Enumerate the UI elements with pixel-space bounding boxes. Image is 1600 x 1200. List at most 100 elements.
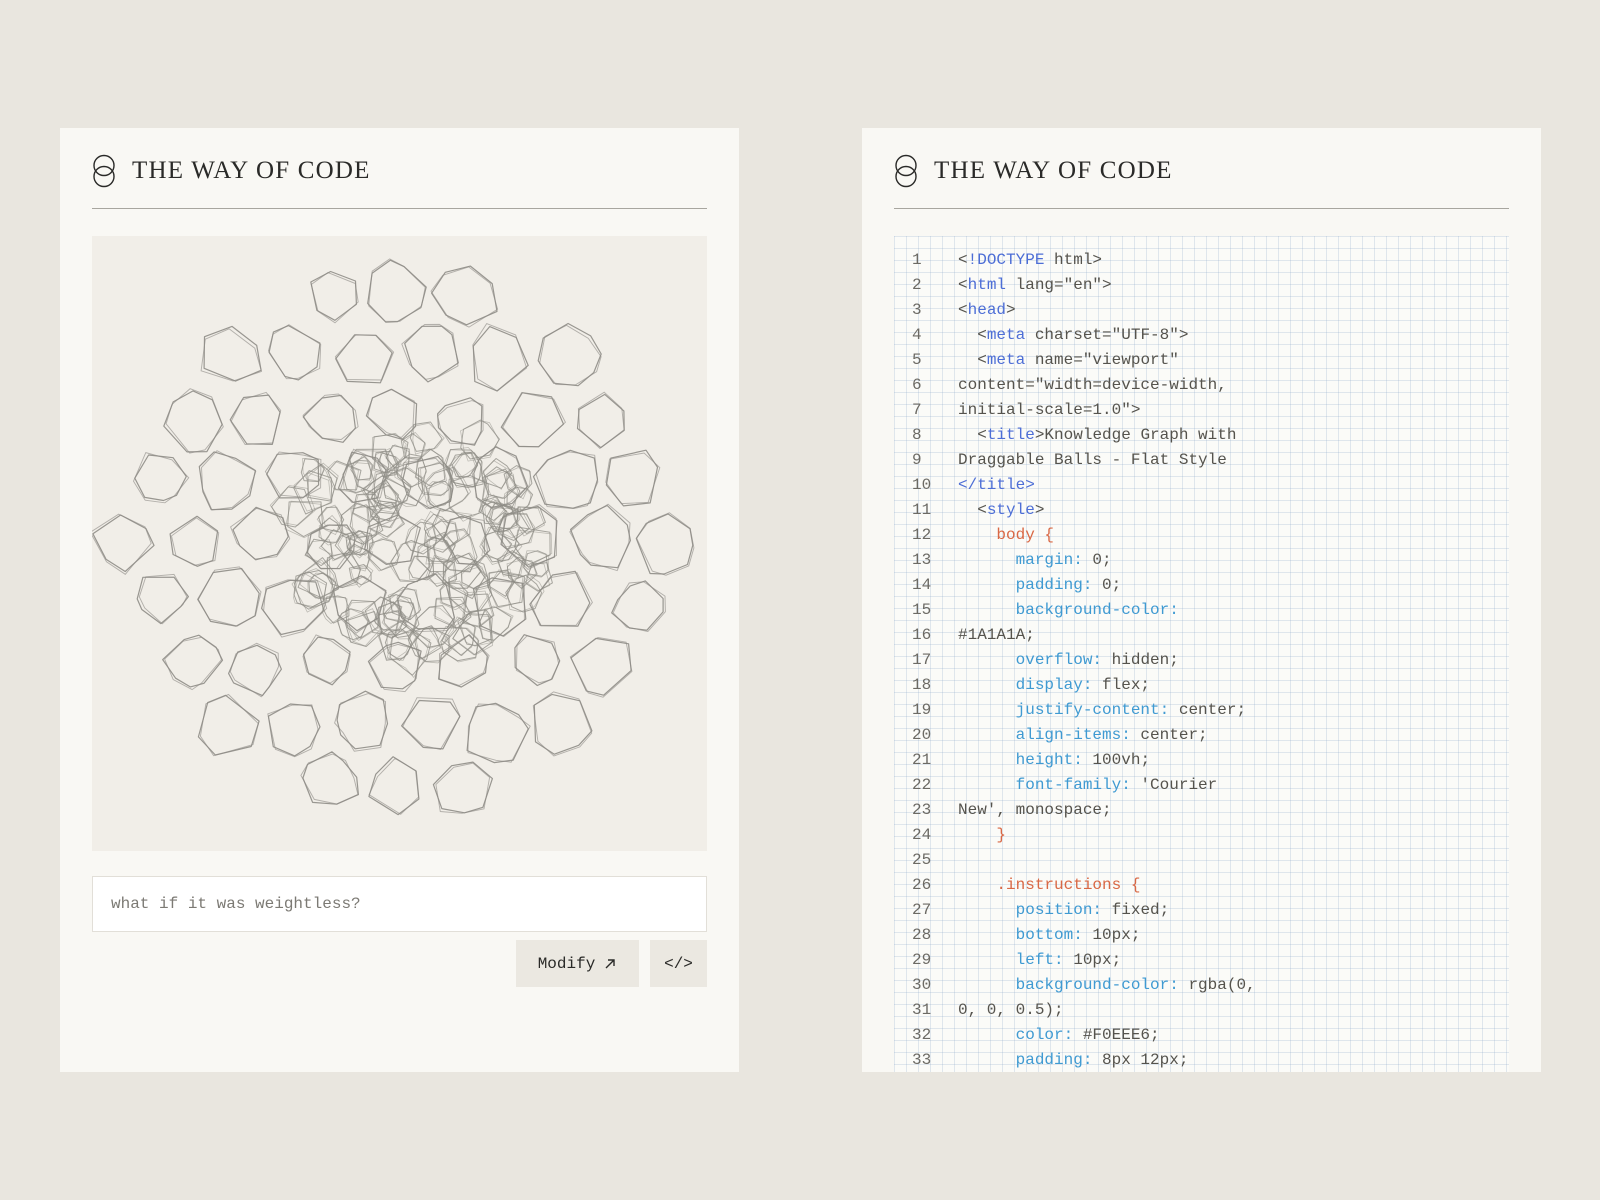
code-token: #1A1A1A; [958, 626, 1035, 644]
polygon-shape [162, 634, 224, 688]
code-line: 16 #1A1A1A; [894, 623, 1509, 648]
code-line: 31 0, 0, 0.5); [894, 998, 1509, 1023]
line-code: </title> [958, 473, 1035, 498]
polygon-shape [203, 325, 262, 382]
polygon-shape [267, 324, 322, 380]
code-token: bottom: [958, 926, 1083, 944]
polygon-shape [539, 324, 602, 386]
line-number: 4 [912, 326, 922, 344]
line-number: 11 [912, 501, 932, 519]
polygon-shape [368, 643, 420, 693]
code-token: < [958, 251, 968, 269]
line-number: 28 [912, 926, 932, 944]
code-line: 15 background-color: [894, 598, 1509, 623]
code-token: flex; [1092, 676, 1151, 694]
code-line: 2 <html lang="en"> [894, 273, 1509, 298]
code-token: meta [986, 326, 1026, 344]
code-line: 20 align-items: center; [894, 723, 1509, 748]
code-line: 9 Draggable Balls - Flat Style [894, 448, 1509, 473]
code-token: #F0EEE6; [1073, 1026, 1160, 1044]
code-token: initial-scale=1.0"> [958, 401, 1141, 419]
code-token: 10px; [1082, 926, 1141, 944]
line-number: 14 [912, 576, 932, 594]
code-line: 19 justify-content: center; [894, 698, 1509, 723]
line-code: } [958, 823, 1006, 848]
code-token: < [958, 276, 968, 294]
polygon-shape [310, 270, 357, 321]
code-token: lang="en"> [1006, 276, 1112, 294]
line-code: font-family: 'Courier [958, 773, 1218, 798]
polygon-shape [576, 393, 625, 449]
polygon-shape [197, 567, 260, 627]
polygon-art[interactable] [92, 236, 707, 851]
line-number: 5 [912, 351, 922, 369]
code-view[interactable]: 1 <!DOCTYPE html> 2 <html lang="en"> 3 <head>… [894, 236, 1509, 1072]
code-token: charset="UTF-8"> [1025, 326, 1189, 344]
polygon-shape [334, 692, 386, 752]
code-token: center; [1169, 701, 1247, 719]
polygon-shape [367, 388, 415, 439]
line-code: body { [958, 523, 1054, 548]
line-number: 10 [912, 476, 932, 494]
polygon-shape [570, 504, 632, 569]
line-code: position: fixed; [958, 898, 1170, 923]
polygon-shape [302, 634, 351, 684]
polygon-shape [165, 388, 224, 454]
code-token: content="width=device-width, [958, 376, 1227, 394]
polygon-shape [170, 517, 220, 566]
modify-button[interactable]: Modify [516, 940, 639, 987]
code-token: < [958, 326, 987, 344]
code-line: 21 height: 100vh; [894, 748, 1509, 773]
line-number: 3 [912, 301, 922, 319]
line-code: height: 100vh; [958, 748, 1150, 773]
code-token: title [986, 426, 1035, 444]
code-token: justify-content: [958, 701, 1170, 719]
code-token: < [958, 301, 968, 319]
code-token: background-color: [958, 976, 1179, 994]
code-token: < [958, 351, 987, 369]
code-line: 27 position: fixed; [894, 898, 1509, 923]
code-token: html [967, 276, 1007, 294]
polygon-shape [230, 391, 282, 445]
code-token: overflow: [958, 651, 1103, 669]
polygon-shape [533, 693, 593, 755]
polygon-shape [169, 515, 219, 567]
polygon-shape [271, 486, 314, 528]
polygon-shape [132, 452, 190, 504]
code-brackets-icon: </> [664, 954, 693, 973]
code-line: 17 overflow: hidden; [894, 648, 1509, 673]
line-code: <style> [958, 498, 1044, 523]
line-number: 31 [912, 1001, 932, 1019]
line-number: 21 [912, 751, 932, 769]
code-token: meta [986, 351, 1026, 369]
polygon-shape [368, 757, 420, 815]
code-line: 1 <!DOCTYPE html> [894, 248, 1509, 273]
line-number: 2 [912, 276, 922, 294]
polygon-shape [267, 703, 321, 757]
line-number: 20 [912, 726, 932, 744]
polygon-shape [368, 258, 426, 322]
prompt-input[interactable] [92, 876, 707, 932]
polygon-shape [164, 636, 222, 691]
polygon-shape [569, 503, 631, 572]
line-number: 25 [912, 851, 932, 869]
code-token: 0, 0, 0.5); [958, 1001, 1064, 1019]
polygon-shape [230, 507, 291, 560]
polygon-shape [201, 450, 257, 511]
code-token: 10px; [1063, 951, 1122, 969]
line-code: overflow: hidden; [958, 648, 1179, 673]
view-code-button[interactable]: </> [650, 940, 707, 987]
polygon-shape [200, 328, 263, 382]
code-token: fixed; [1102, 901, 1170, 919]
line-code: Draggable Balls - Flat Style [958, 448, 1227, 473]
line-number: 15 [912, 601, 932, 619]
code-token: display: [958, 676, 1093, 694]
line-code: .instructions { [958, 873, 1140, 898]
code-token: 100vh; [1082, 751, 1151, 769]
code-line: 14 padding: 0; [894, 573, 1509, 598]
art-canvas[interactable] [92, 236, 707, 851]
code-token: > [1034, 501, 1045, 519]
line-number: 29 [912, 951, 932, 969]
polygon-shape [475, 580, 525, 638]
code-line: 18 display: flex; [894, 673, 1509, 698]
